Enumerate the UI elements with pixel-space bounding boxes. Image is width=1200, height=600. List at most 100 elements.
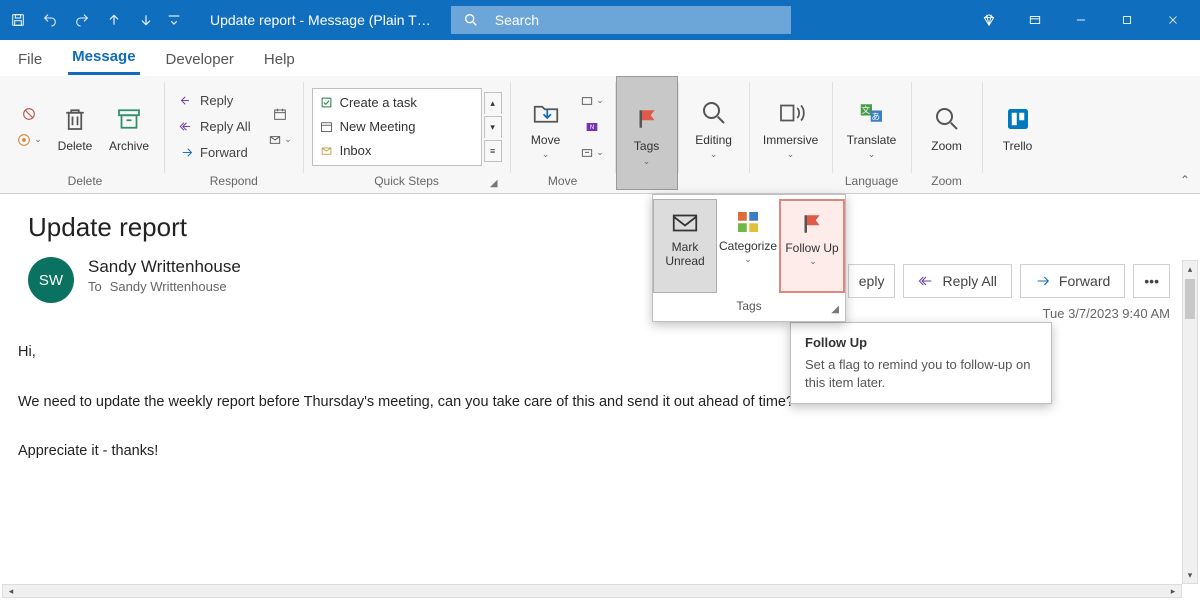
maximize-button[interactable] xyxy=(1104,0,1150,40)
qs-down-icon[interactable]: ▾ xyxy=(484,116,502,138)
qs-more-icon[interactable]: ≡ xyxy=(484,140,502,162)
scroll-left-icon[interactable]: ◂ xyxy=(3,586,19,597)
archive-button[interactable]: Archive xyxy=(102,83,156,171)
premium-icon[interactable] xyxy=(966,0,1012,40)
titlebar: Update report - Message (Plain T… Search xyxy=(0,0,1200,40)
flag-icon xyxy=(632,101,662,137)
scroll-right-icon[interactable]: ▸ xyxy=(1165,586,1181,597)
group-label-language: Language xyxy=(841,173,903,191)
meeting-reply-icon[interactable] xyxy=(265,102,295,126)
save-icon[interactable] xyxy=(4,6,32,34)
launcher-icon[interactable]: ◢ xyxy=(490,178,498,189)
quick-steps-gallery[interactable]: Create a task New Meeting Inbox xyxy=(312,88,482,166)
action-reply-all[interactable]: Reply All xyxy=(903,264,1011,298)
search-placeholder: Search xyxy=(495,12,539,28)
categorize-button[interactable]: Categorize⌄ xyxy=(717,199,779,293)
qs-new-meeting[interactable]: New Meeting xyxy=(315,115,479,139)
body-p3: Appreciate it - thanks! xyxy=(18,438,1182,466)
action-forward[interactable]: Forward xyxy=(1020,264,1125,298)
qs-up-icon[interactable]: ▴ xyxy=(484,92,502,114)
rules-icon[interactable]: ⌄ xyxy=(577,89,607,113)
move-button[interactable]: Move⌄ xyxy=(519,83,573,171)
svg-text:あ: あ xyxy=(871,111,880,121)
follow-up-tooltip: Follow Up Set a flag to remind you to fo… xyxy=(790,322,1052,404)
zoom-button[interactable]: Zoom xyxy=(920,83,974,171)
group-label-quick-steps: Quick Steps◢ xyxy=(312,173,502,191)
message-header: Update report SW Sandy Writtenhouse ToSa… xyxy=(0,194,1200,309)
message-subject: Update report xyxy=(28,212,1172,243)
tab-file[interactable]: File xyxy=(14,44,46,75)
translate-icon: 文あ xyxy=(857,95,887,131)
scroll-thumb[interactable] xyxy=(1185,279,1195,319)
horizontal-scrollbar[interactable]: ◂ ▸ xyxy=(2,584,1182,598)
group-label-move: Move xyxy=(519,173,607,191)
mark-unread-button[interactable]: Mark Unread xyxy=(653,199,717,293)
group-delete: ⌄ Delete Archive Delete xyxy=(0,76,164,193)
reply-button[interactable]: Reply xyxy=(173,89,257,113)
qat-customize-icon[interactable] xyxy=(164,6,184,34)
editing-button[interactable]: Editing⌄ xyxy=(687,83,741,171)
tab-help[interactable]: Help xyxy=(260,44,299,75)
search-icon xyxy=(463,12,479,28)
action-more[interactable]: ••• xyxy=(1133,264,1170,298)
archive-icon xyxy=(114,101,144,137)
window-title: Update report - Message (Plain T… xyxy=(210,12,431,28)
forward-button[interactable]: Forward xyxy=(173,141,257,165)
tags-button[interactable]: Tags⌄ xyxy=(616,76,678,190)
tooltip-body: Set a flag to remind you to follow-up on… xyxy=(805,356,1037,391)
window-controls xyxy=(966,0,1196,40)
avatar: SW xyxy=(28,257,74,303)
tooltip-title: Follow Up xyxy=(805,335,1037,350)
tags-dropdown-panel: Mark Unread Categorize⌄ Follow Up⌄ Tags … xyxy=(652,194,846,322)
immersive-button[interactable]: Immersive⌄ xyxy=(758,83,824,171)
redo-icon[interactable] xyxy=(68,6,96,34)
undo-icon[interactable] xyxy=(36,6,64,34)
down-arrow-icon[interactable] xyxy=(132,6,160,34)
categories-icon xyxy=(733,207,763,237)
move-folder-icon xyxy=(531,95,561,131)
vertical-scrollbar[interactable]: ▴ ▾ xyxy=(1182,260,1198,584)
svg-text:N: N xyxy=(589,125,593,131)
follow-up-button[interactable]: Follow Up⌄ xyxy=(779,199,845,293)
onenote-icon[interactable]: N xyxy=(577,115,607,139)
trello-icon xyxy=(1003,101,1033,137)
delete-button[interactable]: Delete xyxy=(48,83,102,171)
reply-all-button[interactable]: Reply All xyxy=(173,115,257,139)
scroll-down-icon[interactable]: ▾ xyxy=(1183,567,1197,583)
translate-button[interactable]: 文あ Translate⌄ xyxy=(841,83,903,171)
qs-inbox[interactable]: Inbox xyxy=(315,139,479,163)
group-trello: Trello xyxy=(983,76,1053,193)
sender-name: Sandy Writtenhouse xyxy=(88,257,241,277)
up-arrow-icon[interactable] xyxy=(100,6,128,34)
minimize-button[interactable] xyxy=(1058,0,1104,40)
group-quick-steps: Create a task New Meeting Inbox ▴ ▾ ≡ Qu… xyxy=(304,76,510,193)
junk-icon[interactable]: ⌄ xyxy=(14,128,44,152)
ribbon: ⌄ Delete Archive Delete Reply Reply All … xyxy=(0,76,1200,194)
search-input[interactable]: Search xyxy=(451,6,791,34)
trash-icon xyxy=(60,101,90,137)
group-immersive: Immersive⌄ xyxy=(750,76,832,193)
more-respond-icon[interactable]: ⌄ xyxy=(265,128,295,152)
trello-button[interactable]: Trello xyxy=(991,83,1045,171)
group-tags: Tags⌄ xyxy=(616,76,678,193)
collapse-ribbon-icon[interactable]: ⌃ xyxy=(1180,173,1190,187)
message-timestamp: Tue 3/7/2023 9:40 AM xyxy=(1043,306,1170,321)
find-icon xyxy=(699,95,729,131)
launcher-icon[interactable]: ◢ xyxy=(831,304,839,315)
tab-message[interactable]: Message xyxy=(68,41,139,75)
scroll-up-icon[interactable]: ▴ xyxy=(1183,261,1197,277)
group-respond: Reply Reply All Forward ⌄ Respond xyxy=(165,76,303,193)
message-actions: eply Reply All Forward ••• xyxy=(848,264,1170,298)
ignore-icon[interactable] xyxy=(14,102,44,126)
group-label-zoom: Zoom xyxy=(920,173,974,191)
group-label-respond: Respond xyxy=(173,173,295,191)
qs-create-task[interactable]: Create a task xyxy=(315,91,479,115)
tab-developer[interactable]: Developer xyxy=(162,44,238,75)
action-reply-peek[interactable]: eply xyxy=(848,264,896,298)
ribbon-mode-icon[interactable] xyxy=(1012,0,1058,40)
close-button[interactable] xyxy=(1150,0,1196,40)
group-language: 文あ Translate⌄ Language xyxy=(833,76,911,193)
envelope-icon xyxy=(670,208,700,238)
group-move: Move⌄ ⌄ N ⌄ Move xyxy=(511,76,615,193)
actions-icon[interactable]: ⌄ xyxy=(577,141,607,165)
